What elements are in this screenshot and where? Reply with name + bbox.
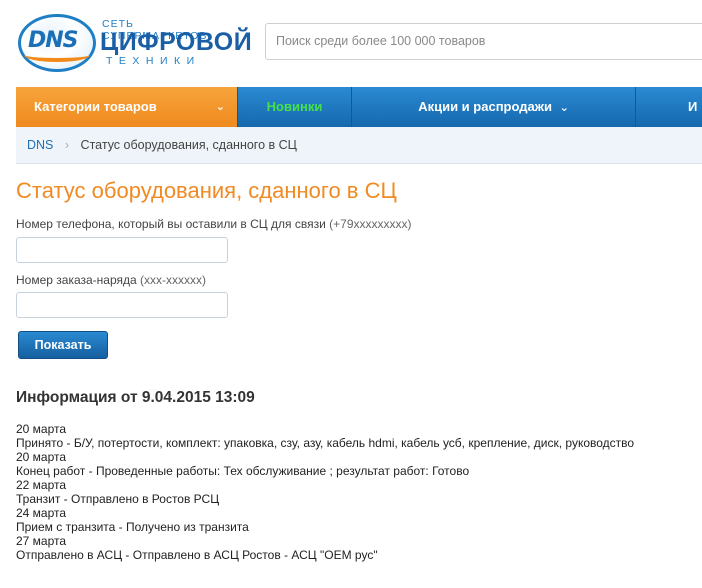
breadcrumb-home-link[interactable]: DNS bbox=[27, 138, 53, 152]
site-header: DNS СЕТЬ СУПЕРМАРКЕТОВ ЦИФРОВОЙ ТЕХНИКИ … bbox=[0, 0, 702, 87]
log-date: 27 марта bbox=[16, 534, 67, 548]
logo-tagline-main: ЦИФРОВОЙ bbox=[100, 28, 253, 56]
phone-field-label: Номер телефона, который вы оставили в СЦ… bbox=[16, 217, 412, 231]
chevron-down-icon: ⌄ bbox=[559, 102, 569, 114]
order-label-text: Номер заказа-наряда bbox=[16, 273, 137, 287]
order-label-hint: (xxx-xxxxxx) bbox=[140, 273, 207, 287]
order-number-input[interactable] bbox=[16, 292, 228, 318]
log-date: 20 марта bbox=[16, 450, 67, 464]
phone-input[interactable] bbox=[16, 237, 228, 263]
status-log: 20 марта Принято - Б/У, потертости, комп… bbox=[16, 422, 696, 562]
log-date: 22 марта bbox=[16, 478, 67, 492]
log-entry: Отправлено в АСЦ - Отправлено в АСЦ Рост… bbox=[16, 548, 378, 562]
log-entry: Транзит - Отправлено в Ростов РСЦ bbox=[16, 492, 220, 506]
main-nav: Категории товаров ⌄ Новинки Акции и расп… bbox=[16, 87, 702, 127]
nav-new[interactable]: Новинки bbox=[237, 87, 351, 127]
show-button[interactable]: Показать bbox=[18, 331, 108, 359]
log-entry: Принято - Б/У, потертости, комплект: упа… bbox=[16, 436, 635, 450]
nav-new-label: Новинки bbox=[266, 99, 323, 114]
page-title: Статус оборудования, сданного в СЦ bbox=[16, 178, 397, 203]
log-date: 24 марта bbox=[16, 506, 67, 520]
nav-categories[interactable]: Категории товаров ⌄ bbox=[16, 87, 237, 127]
dns-logo[interactable]: DNS СЕТЬ СУПЕРМАРКЕТОВ ЦИФРОВОЙ ТЕХНИКИ bbox=[18, 14, 252, 74]
nav-sales[interactable]: Акции и распродажи ⌄ bbox=[351, 87, 635, 127]
nav-truncated-label: И bbox=[688, 99, 698, 114]
log-entry: Конец работ - Проведенные работы: Тех об… bbox=[16, 464, 470, 478]
search-input[interactable]: Поиск среди более 100 000 товаров bbox=[265, 23, 702, 60]
chevron-right-icon: › bbox=[64, 138, 70, 152]
phone-label-hint: (+79xxxxxxxxx) bbox=[329, 217, 412, 231]
nav-sales-label: Акции и распродажи bbox=[418, 99, 552, 114]
search-placeholder: Поиск среди более 100 000 товаров bbox=[276, 34, 486, 48]
logo-tagline-bottom: ТЕХНИКИ bbox=[106, 55, 201, 67]
breadcrumb: DNS › Статус оборудования, сданного в СЦ bbox=[16, 127, 702, 164]
log-date: 20 марта bbox=[16, 422, 67, 436]
nav-categories-label: Категории товаров bbox=[34, 99, 157, 114]
info-title: Информация от 9.04.2015 13:09 bbox=[16, 389, 255, 406]
nav-item-truncated[interactable]: И bbox=[635, 87, 702, 127]
phone-label-text: Номер телефона, который вы оставили в СЦ… bbox=[16, 217, 326, 231]
chevron-down-icon: ⌄ bbox=[215, 101, 225, 113]
breadcrumb-current: Статус оборудования, сданного в СЦ bbox=[80, 138, 297, 152]
order-field-label: Номер заказа-наряда (xxx-xxxxxx) bbox=[16, 273, 206, 287]
page: DNS СЕТЬ СУПЕРМАРКЕТОВ ЦИФРОВОЙ ТЕХНИКИ … bbox=[0, 0, 702, 588]
logo-dns-text: DNS bbox=[28, 28, 79, 53]
log-entry: Прием с транзита - Получено из транзита bbox=[16, 520, 249, 534]
